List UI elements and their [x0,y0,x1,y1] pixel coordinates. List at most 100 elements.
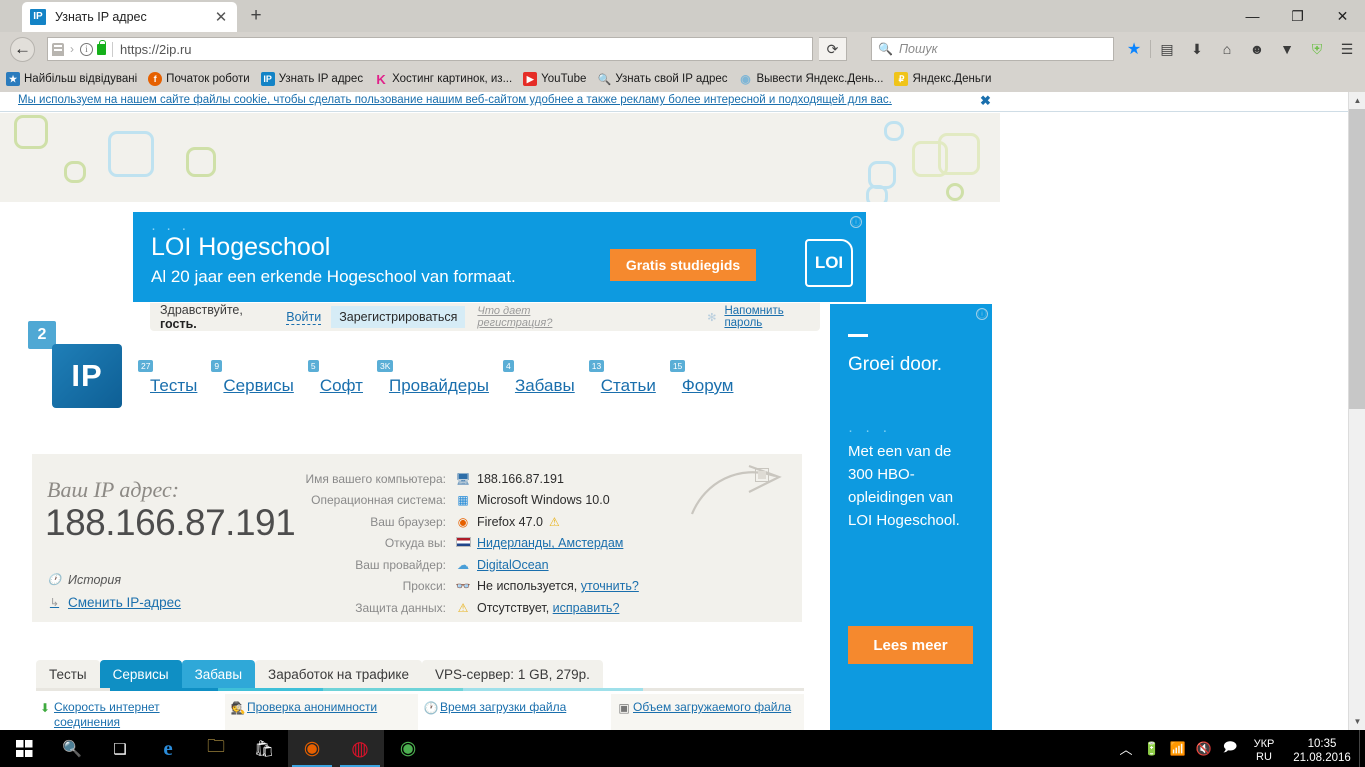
new-tab-button[interactable]: + [245,6,267,26]
bookmark-item[interactable]: 🔍 Узнать свой IP адрес [597,72,728,86]
nav-item-services[interactable]: 9 Сервисы [211,360,294,396]
home-icon[interactable]: ⌂ [1213,36,1241,62]
pocket-icon[interactable]: ▼ [1273,36,1301,62]
cookie-close-icon[interactable]: ✖ [980,93,991,109]
maximize-button[interactable]: ❐ [1275,0,1320,32]
protection-fix-link[interactable]: исправить? [553,601,620,615]
register-button[interactable]: Зарегистрироваться [331,306,466,328]
close-window-button[interactable]: ✕ [1320,0,1365,32]
explorer-button[interactable]: 🗀 [192,730,240,767]
tab-tests[interactable]: Тесты [36,660,100,688]
back-button[interactable]: ← [10,36,35,62]
star-icon[interactable]: ★ [1120,36,1148,62]
history-link[interactable]: 🕐 История [47,572,121,587]
start-button[interactable] [0,730,48,767]
what-registration-link[interactable]: Что дает регистрация? [477,305,602,329]
reload-button[interactable]: ⟳ [819,37,847,61]
bookmark-item[interactable]: ◉ Вывести Яндекс.День... [739,72,883,86]
bookmark-item[interactable]: ▶ YouTube [523,72,586,86]
clock[interactable]: 10:35 21.08.2016 [1285,733,1359,765]
nav-item-forum[interactable]: 15 Форум [669,360,733,396]
bookmark-item[interactable]: ★ Найбільш відвідувані [6,72,137,86]
reader-icon[interactable]: ▤ [1153,36,1181,62]
globe-icon: ◉ [740,72,751,86]
service-cell[interactable]: 🕵 Проверка анонимности [225,694,418,730]
nav-item-fun[interactable]: 4 Забавы [502,360,575,396]
toolbar-icons: ★ ▤ ⬇ ⌂ ☻ ▼ ⛨ ☰ [1120,36,1365,62]
nav-item-providers[interactable]: 3K Провайдеры [376,360,489,396]
service-cell[interactable]: ⬇ Скорость интернет соединения [32,694,225,730]
user-bar: Здравствуйте, гость. Войти Зарегистриров… [150,303,820,331]
banner-subheadline: Al 20 jaar een erkende Hogeschool van fo… [151,267,516,286]
nav-item-tests[interactable]: 27 Тесты [138,360,197,396]
firefox-icon: ◉ [457,514,469,529]
download-icon[interactable]: ⬇ [1183,36,1211,62]
tab-traffic-earnings[interactable]: Заработок на трафике [255,660,422,688]
chevron-up-icon[interactable]: ︿ [1113,730,1139,767]
notification-icon[interactable]: 🗩 [1217,730,1243,767]
row-label: Прокси: [402,579,446,594]
service-cell[interactable]: ▣ Объем загружаемого файла [611,694,804,730]
nav-item-articles[interactable]: 13 Статьи [588,360,656,396]
proxy-clarify-link[interactable]: уточнить? [581,579,639,593]
language-indicator[interactable]: УКР RU [1243,733,1285,764]
bookmark-item[interactable]: IP Узнать IP адрес [260,72,364,86]
bookmark-label: Узнать свой IP адрес [615,73,728,85]
nav-label: Забавы [514,376,575,395]
opera-button[interactable]: ◍ [336,730,384,767]
tab-services[interactable]: Сервисы [99,660,182,688]
sidebar-ad-body: Met een van de 300 HBO-opleidingen van L… [848,443,960,529]
browser-tab[interactable]: IP Узнать IP адрес ✕ [22,2,237,32]
bookmark-item[interactable]: ₽ Яндекс.Деньги [894,72,991,86]
battery-icon[interactable]: 🔋 [1139,730,1165,767]
remind-password-link[interactable]: Напомнить пароль [724,305,820,329]
tab-fun[interactable]: Забавы [181,660,256,688]
login-link[interactable]: Войти [286,310,322,325]
page-shield-icon[interactable] [52,42,64,56]
box-icon: ▣ [618,701,630,715]
service-cell[interactable]: 🕐 Время загрузки файла [418,694,611,730]
search-bar[interactable]: 🔍 Пошук [871,37,1114,61]
sidebar-ad-cta-button[interactable]: Lees meer [848,626,973,664]
site-logo[interactable]: IP [52,344,122,408]
menu-icon[interactable]: ☰ [1333,36,1361,62]
banner-cta-button[interactable]: Gratis studiegids [610,249,756,281]
firefox-button[interactable]: ◉ [288,730,336,767]
edge-button[interactable]: e [144,730,192,767]
sidebar-advertisement[interactable]: ⓘ Groei door. · · · Met een van de 300 H… [830,304,992,730]
lock-icon[interactable] [97,39,106,55]
tab-strip: IP Узнать IP адрес ✕ + — ❐ ✕ [0,0,1365,32]
minimize-button[interactable]: — [1230,0,1275,32]
lang-line-1: УКР [1253,738,1275,750]
url-bar[interactable]: › i https://2ip.ru [47,37,813,61]
show-desktop-button[interactable] [1359,730,1365,767]
provider-link[interactable]: DigitalOcean [477,558,549,572]
wifi-icon[interactable]: 📶 [1165,730,1191,767]
top-advertisement[interactable]: · · · LOI Hogeschool Al 20 jaar een erke… [133,212,866,302]
scroll-up-icon[interactable]: ▲ [1349,92,1365,109]
shield-icon[interactable]: ⛨ [1303,36,1331,62]
location-link[interactable]: Нидерланды, Амстердам [477,536,623,550]
nav-item-soft[interactable]: 5 Софт [307,360,363,396]
store-button[interactable]: 🛍 [240,730,288,767]
tab-close-icon[interactable]: ✕ [213,8,229,26]
task-view-button[interactable]: ❑ [96,730,144,767]
scroll-down-icon[interactable]: ▼ [1349,713,1365,730]
firefox-icon: ◉ [303,738,321,759]
search-button[interactable]: 🔍 [48,730,96,767]
row-label: Операционная система: [311,493,446,508]
bookmark-label: Узнать IP адрес [278,73,364,85]
change-ip-link[interactable]: ↳ Сменить IP-адрес [47,595,181,610]
chrome-button[interactable]: ◉ [384,730,432,767]
bookmark-item[interactable]: K Хостинг картинок, из... [374,72,512,87]
volume-muted-icon[interactable]: 🔇 [1191,730,1217,767]
page-info-icon[interactable]: i [80,42,93,56]
tab-vps-server[interactable]: VPS-сервер: 1 GB, 279р. [422,660,603,688]
ad-info-icon[interactable]: ⓘ [850,216,862,228]
bookmark-item[interactable]: f Початок роботи [148,72,250,86]
pocket-smile-icon[interactable]: ☻ [1243,36,1271,62]
scrollbar-thumb[interactable] [1349,109,1365,409]
ad-info-icon[interactable]: ⓘ [976,308,988,320]
cookie-notice-text[interactable]: Мы используем на нашем сайте файлы cooki… [18,94,892,106]
vertical-scrollbar[interactable]: ▲ ▼ [1348,92,1365,730]
